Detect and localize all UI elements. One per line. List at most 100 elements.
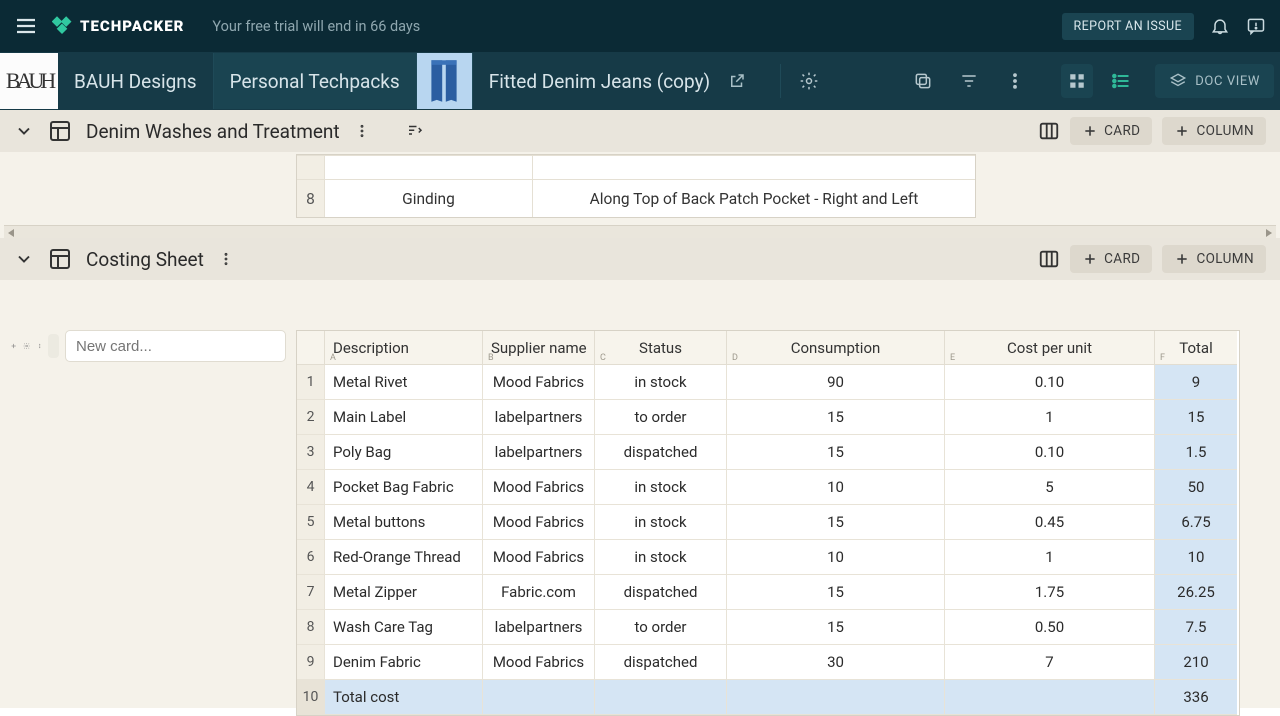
table-cell[interactable] <box>325 155 533 179</box>
table-cell[interactable]: 0.50 <box>945 610 1155 645</box>
more-icon[interactable] <box>37 338 42 354</box>
settings-icon[interactable] <box>23 338 30 354</box>
table-cell[interactable] <box>595 680 727 715</box>
col-header-description[interactable]: DescriptionA <box>325 331 483 365</box>
table-cell[interactable] <box>533 155 975 179</box>
settings-gear-icon[interactable] <box>799 71 819 91</box>
table-cell[interactable]: Metal Zipper <box>325 575 483 610</box>
table-cell[interactable]: Mood Fabrics <box>483 540 595 575</box>
table-cell[interactable]: 15 <box>727 505 945 540</box>
collapse-icon[interactable] <box>14 249 34 269</box>
table-cell[interactable]: Mood Fabrics <box>483 470 595 505</box>
new-card-input[interactable] <box>65 330 286 362</box>
columns-icon[interactable] <box>1038 248 1060 270</box>
table-cell-total[interactable]: 336 <box>1155 680 1237 715</box>
table-cell[interactable]: Mood Fabrics <box>483 645 595 680</box>
table-cell[interactable]: 15 <box>727 400 945 435</box>
feedback-icon[interactable] <box>1246 16 1266 36</box>
open-external-icon[interactable] <box>728 72 746 90</box>
table-cell[interactable]: dispatched <box>595 645 727 680</box>
hamburger-icon[interactable] <box>14 14 38 38</box>
table-cell[interactable]: to order <box>595 400 727 435</box>
sort-icon[interactable] <box>406 122 424 140</box>
bell-icon[interactable] <box>1210 16 1230 36</box>
table-cell[interactable]: Pocket Bag Fabric <box>325 470 483 505</box>
table-cell[interactable]: 7 <box>945 645 1155 680</box>
table-cell-total[interactable]: 9 <box>1155 365 1237 400</box>
table-cell[interactable]: 1 <box>945 400 1155 435</box>
table-cell[interactable]: Mood Fabrics <box>483 365 595 400</box>
logo[interactable]: TECHPACKER <box>52 16 184 36</box>
table-cell[interactable]: 1 <box>945 540 1155 575</box>
table-cell[interactable]: 0.10 <box>945 435 1155 470</box>
table-cell[interactable]: 1.75 <box>945 575 1155 610</box>
table-cell[interactable]: 0.45 <box>945 505 1155 540</box>
table-cell[interactable] <box>945 680 1155 715</box>
table-cell[interactable]: 15 <box>727 435 945 470</box>
table-cell[interactable]: dispatched <box>595 575 727 610</box>
table-cell-total[interactable]: 50 <box>1155 470 1237 505</box>
col-header-consumption[interactable]: ConsumptionD <box>727 331 945 365</box>
copy-icon[interactable] <box>913 71 933 91</box>
table-cell[interactable]: Denim Fabric <box>325 645 483 680</box>
table-cell-total[interactable]: 1.5 <box>1155 435 1237 470</box>
add-column-button[interactable]: COLUMN <box>1162 245 1266 273</box>
doc-view-button[interactable]: DOC VIEW <box>1155 64 1274 98</box>
table-cell[interactable]: Along Top of Back Patch Pocket - Right a… <box>533 179 975 217</box>
table-cell[interactable]: in stock <box>595 540 727 575</box>
table-cell-total[interactable]: 15 <box>1155 400 1237 435</box>
collapse-icon[interactable] <box>14 121 34 141</box>
col-header-status[interactable]: StatusC <box>595 331 727 365</box>
table-cell[interactable]: 15 <box>727 610 945 645</box>
table-cell[interactable]: labelpartners <box>483 610 595 645</box>
table-cell[interactable]: in stock <box>595 365 727 400</box>
table-cell-total[interactable]: 26.25 <box>1155 575 1237 610</box>
columns-icon[interactable] <box>1038 120 1060 142</box>
add-card-button[interactable]: CARD <box>1070 117 1152 145</box>
table-cell[interactable]: 30 <box>727 645 945 680</box>
col-header-supplier[interactable]: Supplier nameB <box>483 331 595 365</box>
table-cell[interactable]: in stock <box>595 470 727 505</box>
table-cell[interactable]: 0.10 <box>945 365 1155 400</box>
more-icon[interactable] <box>1005 71 1025 91</box>
table-cell[interactable]: Red-Orange Thread <box>325 540 483 575</box>
item-thumbnail[interactable] <box>417 53 473 109</box>
table-cell-total[interactable]: 6.75 <box>1155 505 1237 540</box>
table-cell[interactable] <box>727 680 945 715</box>
table-cell[interactable]: Total cost <box>325 680 483 715</box>
brand-square[interactable]: BAUH <box>0 53 58 109</box>
table-cell[interactable]: to order <box>595 610 727 645</box>
table-cell[interactable]: Poly Bag <box>325 435 483 470</box>
table-cell[interactable] <box>483 680 595 715</box>
table-cell[interactable]: Metal Rivet <box>325 365 483 400</box>
table-cell[interactable]: labelpartners <box>483 435 595 470</box>
list-view-button[interactable] <box>1105 64 1137 98</box>
section-more-icon[interactable] <box>354 123 370 139</box>
table-cell[interactable]: Wash Care Tag <box>325 610 483 645</box>
section-more-icon[interactable] <box>218 251 234 267</box>
table-cell[interactable]: Ginding <box>325 179 533 217</box>
report-issue-button[interactable]: REPORT AN ISSUE <box>1062 13 1194 40</box>
grid-view-button[interactable] <box>1061 64 1093 98</box>
crumb-item[interactable]: Fitted Denim Jeans (copy) <box>473 53 762 109</box>
crumb-brand[interactable]: BAUH Designs <box>58 53 214 109</box>
crumb-collection[interactable]: Personal Techpacks <box>214 53 417 109</box>
filter-icon[interactable] <box>959 71 979 91</box>
table-cell[interactable]: 15 <box>727 575 945 610</box>
add-icon[interactable] <box>10 338 17 354</box>
col-header-total[interactable]: TotalF <box>1155 331 1237 365</box>
horizontal-scrollbar[interactable] <box>4 225 1276 238</box>
table-cell-total[interactable]: 7.5 <box>1155 610 1237 645</box>
table-cell[interactable]: 10 <box>727 540 945 575</box>
table-cell[interactable]: 90 <box>727 365 945 400</box>
add-column-button[interactable]: COLUMN <box>1162 117 1266 145</box>
table-cell[interactable]: 5 <box>945 470 1155 505</box>
table-cell[interactable]: labelpartners <box>483 400 595 435</box>
table-cell[interactable]: Fabric.com <box>483 575 595 610</box>
table-cell[interactable]: in stock <box>595 505 727 540</box>
table-cell[interactable]: Main Label <box>325 400 483 435</box>
table-cell[interactable]: dispatched <box>595 435 727 470</box>
table-cell[interactable]: Mood Fabrics <box>483 505 595 540</box>
table-cell[interactable]: 10 <box>727 470 945 505</box>
card-color-swatch[interactable] <box>48 334 59 358</box>
